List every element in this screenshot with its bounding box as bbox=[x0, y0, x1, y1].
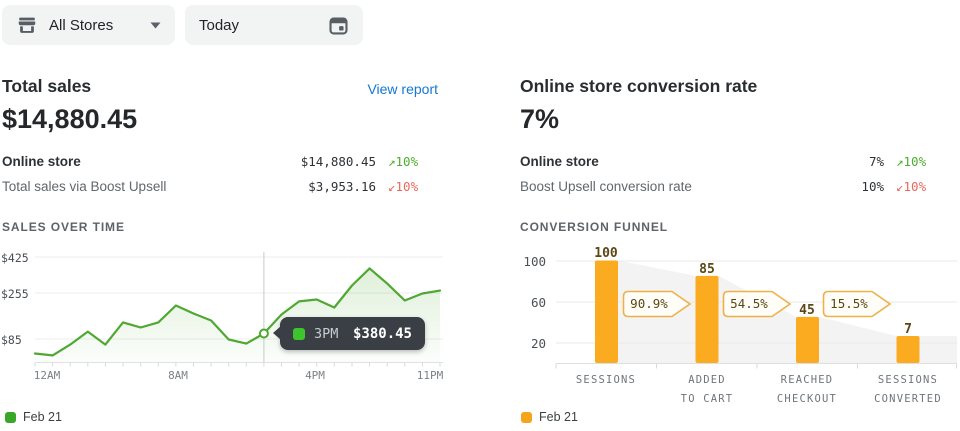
metric-label: Boost Upsell conversion rate bbox=[520, 179, 772, 194]
total-sales-title: Total sales bbox=[2, 76, 91, 97]
sales-over-time-heading: SALES OVER TIME bbox=[2, 220, 125, 234]
metric-change-up: ↗10% bbox=[376, 154, 438, 169]
date-selector-button[interactable]: Today bbox=[185, 5, 363, 45]
conversion-percent-badge: 15.5% bbox=[822, 290, 892, 318]
funnel-legend: Feb 21 bbox=[521, 410, 578, 424]
x-axis-tick: 11PM bbox=[408, 369, 452, 382]
metric-row: Online store $14,880.45 ↗10% bbox=[2, 154, 438, 172]
calendar-icon bbox=[328, 15, 349, 36]
bar-value-label: 85 bbox=[677, 262, 737, 277]
conversion-funnel-heading: CONVERSION FUNNEL bbox=[520, 220, 668, 234]
sales-legend: Feb 21 bbox=[5, 410, 62, 424]
y-axis-tick: $85 bbox=[1, 333, 22, 347]
analytics-dashboard: All Stores Today Total sales View report… bbox=[0, 0, 960, 431]
metric-row: Total sales via Boost Upsell $3,953.16 ↙… bbox=[2, 179, 438, 197]
y-axis-tick: 20 bbox=[515, 336, 546, 351]
view-report-link[interactable]: View report bbox=[367, 81, 438, 97]
y-axis-tick: $255 bbox=[1, 287, 29, 301]
metric-value: $3,953.16 bbox=[264, 179, 376, 194]
legend-label: Feb 21 bbox=[23, 410, 62, 424]
metric-value: 10% bbox=[772, 179, 884, 194]
conversion-rate-value: 7% bbox=[520, 104, 559, 135]
store-selector-button[interactable]: All Stores bbox=[2, 5, 175, 45]
x-axis-tick: 4PM bbox=[293, 369, 337, 382]
legend-swatch-orange bbox=[521, 412, 532, 423]
legend-label: Feb 21 bbox=[539, 410, 578, 424]
arrow-up-icon: ↗ bbox=[896, 154, 904, 169]
metric-row: Online store 7% ↗10% bbox=[520, 154, 946, 172]
conversion-funnel-chart[interactable]: 100 60 20 100 85 45 7 90.9% 54.5% 15.5% … bbox=[515, 248, 960, 410]
bar-value-label: 100 bbox=[576, 246, 636, 261]
metric-change-down: ↙10% bbox=[376, 179, 438, 194]
metric-value: 7% bbox=[772, 154, 884, 169]
arrow-up-icon: ↗ bbox=[388, 154, 396, 169]
arrow-down-icon: ↙ bbox=[388, 179, 396, 194]
metric-change-down: ↙10% bbox=[884, 179, 946, 194]
metric-row: Boost Upsell conversion rate 10% ↙10% bbox=[520, 179, 946, 197]
line-chart-canvas bbox=[0, 248, 445, 373]
category-label: SESSIONS bbox=[843, 374, 960, 386]
bar-value-label: 7 bbox=[878, 322, 938, 337]
conversion-rate-title: Online store conversion rate bbox=[520, 76, 757, 97]
y-axis-tick: 100 bbox=[515, 254, 546, 269]
y-axis-tick: $425 bbox=[1, 251, 29, 265]
metric-label: Online store bbox=[2, 154, 264, 169]
legend-swatch-green bbox=[5, 412, 16, 423]
metric-label: Total sales via Boost Upsell bbox=[2, 179, 264, 194]
conversion-percent-badge: 54.5% bbox=[722, 290, 792, 318]
tooltip-value: $380.45 bbox=[353, 326, 412, 342]
store-icon bbox=[16, 14, 38, 36]
date-selector-label: Today bbox=[199, 17, 239, 34]
arrow-down-icon: ↙ bbox=[896, 179, 904, 194]
series-color-swatch bbox=[293, 328, 305, 340]
chevron-down-icon bbox=[150, 22, 161, 29]
store-selector-label: All Stores bbox=[49, 17, 113, 34]
x-axis-tick: 8AM bbox=[156, 369, 200, 382]
chart-tooltip: 3PM $380.45 bbox=[280, 317, 425, 350]
tooltip-time: 3PM bbox=[314, 326, 338, 342]
sales-over-time-chart[interactable]: $425 $255 $85 12AM 8AM 4PM 11PM 3PM $380… bbox=[0, 248, 445, 373]
total-sales-value: $14,880.45 bbox=[2, 104, 137, 135]
category-label: CONVERTED bbox=[843, 393, 960, 405]
y-axis-tick: 60 bbox=[515, 295, 546, 310]
x-axis-tick: 12AM bbox=[25, 369, 69, 382]
metric-label: Online store bbox=[520, 154, 772, 169]
metric-value: $14,880.45 bbox=[264, 154, 376, 169]
conversion-percent-badge: 90.9% bbox=[622, 290, 692, 318]
metric-change-up: ↗10% bbox=[884, 154, 946, 169]
